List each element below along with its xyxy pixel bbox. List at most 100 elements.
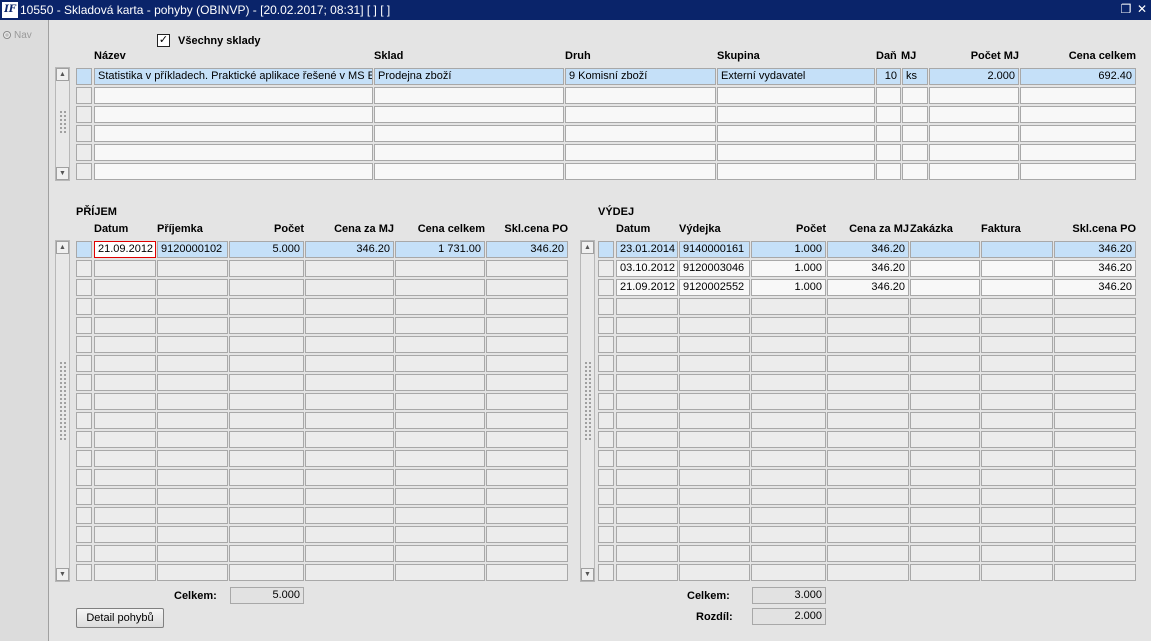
receipts-cell[interactable] (157, 450, 228, 467)
issues-cell[interactable] (1054, 526, 1136, 543)
receipts-cell[interactable] (94, 488, 156, 505)
receipts-cell[interactable] (395, 336, 485, 353)
items-cell[interactable] (94, 87, 373, 104)
row-indicator[interactable] (76, 545, 92, 562)
receipts-cell[interactable] (94, 393, 156, 410)
issues-cell[interactable] (827, 450, 909, 467)
row-indicator[interactable] (76, 279, 92, 296)
issues-cell[interactable] (751, 412, 826, 429)
issues-cell[interactable] (1054, 374, 1136, 391)
receipts-cell[interactable] (94, 564, 156, 581)
items-cell[interactable] (902, 125, 928, 142)
issues-cell[interactable] (679, 393, 750, 410)
receipts-cell[interactable] (229, 393, 304, 410)
items-cell[interactable] (929, 163, 1019, 180)
receipts-cell[interactable] (486, 317, 568, 334)
issues-cell[interactable]: 346.20 (1054, 241, 1136, 258)
receipts-cell[interactable] (157, 412, 228, 429)
scroll-grip-icon[interactable] (59, 361, 66, 441)
items-cell[interactable] (1020, 87, 1136, 104)
items-cell[interactable]: Statistika v příkladech. Praktické aplik… (94, 68, 373, 85)
issues-cell[interactable]: 9120002552 (679, 279, 750, 296)
issues-cell[interactable] (751, 545, 826, 562)
issues-cell[interactable] (751, 374, 826, 391)
issues-scrollbar[interactable]: ▲ ▼ (580, 240, 595, 582)
issues-cell[interactable] (679, 450, 750, 467)
row-indicator[interactable] (76, 564, 92, 581)
issues-cell[interactable] (827, 545, 909, 562)
issues-cell[interactable] (981, 450, 1053, 467)
items-cell[interactable] (876, 163, 901, 180)
receipts-cell[interactable] (229, 469, 304, 486)
row-indicator[interactable] (76, 469, 92, 486)
items-cell[interactable] (374, 144, 564, 161)
items-cell[interactable] (876, 144, 901, 161)
issues-cell[interactable]: 346.20 (827, 241, 909, 258)
items-cell[interactable] (717, 106, 875, 123)
issues-cell[interactable] (910, 450, 980, 467)
issues-cell[interactable] (827, 298, 909, 315)
receipts-cell[interactable] (157, 469, 228, 486)
receipts-cell[interactable] (305, 298, 394, 315)
issues-cell[interactable] (910, 298, 980, 315)
items-cell[interactable] (902, 163, 928, 180)
receipts-cell[interactable] (486, 564, 568, 581)
row-indicator[interactable] (76, 125, 92, 142)
items-cell[interactable]: Externí vydavatel (717, 68, 875, 85)
items-cell[interactable] (902, 87, 928, 104)
receipts-cell[interactable] (229, 564, 304, 581)
receipts-cell[interactable] (486, 488, 568, 505)
issues-cell[interactable] (910, 260, 980, 277)
issues-cell[interactable] (827, 355, 909, 372)
issues-cell[interactable] (751, 564, 826, 581)
receipts-cell[interactable] (395, 564, 485, 581)
row-indicator[interactable] (598, 469, 614, 486)
issues-cell[interactable] (910, 355, 980, 372)
issues-cell[interactable] (616, 412, 678, 429)
items-cell[interactable] (1020, 144, 1136, 161)
issues-cell[interactable] (827, 374, 909, 391)
row-indicator[interactable] (76, 488, 92, 505)
issues-cell[interactable] (616, 450, 678, 467)
issues-cell[interactable] (981, 355, 1053, 372)
issues-cell[interactable] (827, 564, 909, 581)
issues-cell[interactable] (1054, 488, 1136, 505)
issues-cell[interactable] (910, 393, 980, 410)
issues-cell[interactable] (679, 412, 750, 429)
issues-cell[interactable] (679, 488, 750, 505)
items-scrollbar[interactable]: ▲ ▼ (55, 67, 70, 181)
receipts-cell[interactable]: 5.000 (229, 241, 304, 258)
receipts-cell[interactable] (395, 450, 485, 467)
items-cell[interactable] (929, 144, 1019, 161)
row-indicator[interactable] (598, 336, 614, 353)
movement-detail-button[interactable]: Detail pohybů (76, 608, 164, 628)
items-cell[interactable] (1020, 163, 1136, 180)
receipts-cell[interactable]: 1 731.00 (395, 241, 485, 258)
items-cell[interactable] (565, 106, 716, 123)
issues-cell[interactable] (616, 545, 678, 562)
issues-cell[interactable] (1054, 507, 1136, 524)
receipts-cell[interactable] (486, 355, 568, 372)
issues-cell[interactable] (827, 317, 909, 334)
issues-cell[interactable] (910, 317, 980, 334)
row-indicator[interactable] (598, 241, 614, 258)
row-indicator[interactable] (598, 374, 614, 391)
receipts-cell[interactable] (486, 260, 568, 277)
issues-cell[interactable] (751, 431, 826, 448)
receipts-cell[interactable] (157, 431, 228, 448)
row-indicator[interactable] (76, 298, 92, 315)
items-cell[interactable] (1020, 106, 1136, 123)
items-cell[interactable] (876, 87, 901, 104)
issues-cell[interactable] (981, 260, 1053, 277)
issues-cell[interactable] (751, 488, 826, 505)
issues-cell[interactable] (827, 526, 909, 543)
issues-cell[interactable] (616, 355, 678, 372)
issues-cell[interactable] (616, 564, 678, 581)
issues-cell[interactable]: 1.000 (751, 260, 826, 277)
issues-cell[interactable] (910, 336, 980, 353)
issues-cell[interactable] (827, 336, 909, 353)
receipts-cell[interactable] (395, 317, 485, 334)
all-warehouses-checkbox[interactable]: ✓ (157, 34, 170, 47)
receipts-cell[interactable] (305, 507, 394, 524)
issues-cell[interactable] (616, 298, 678, 315)
